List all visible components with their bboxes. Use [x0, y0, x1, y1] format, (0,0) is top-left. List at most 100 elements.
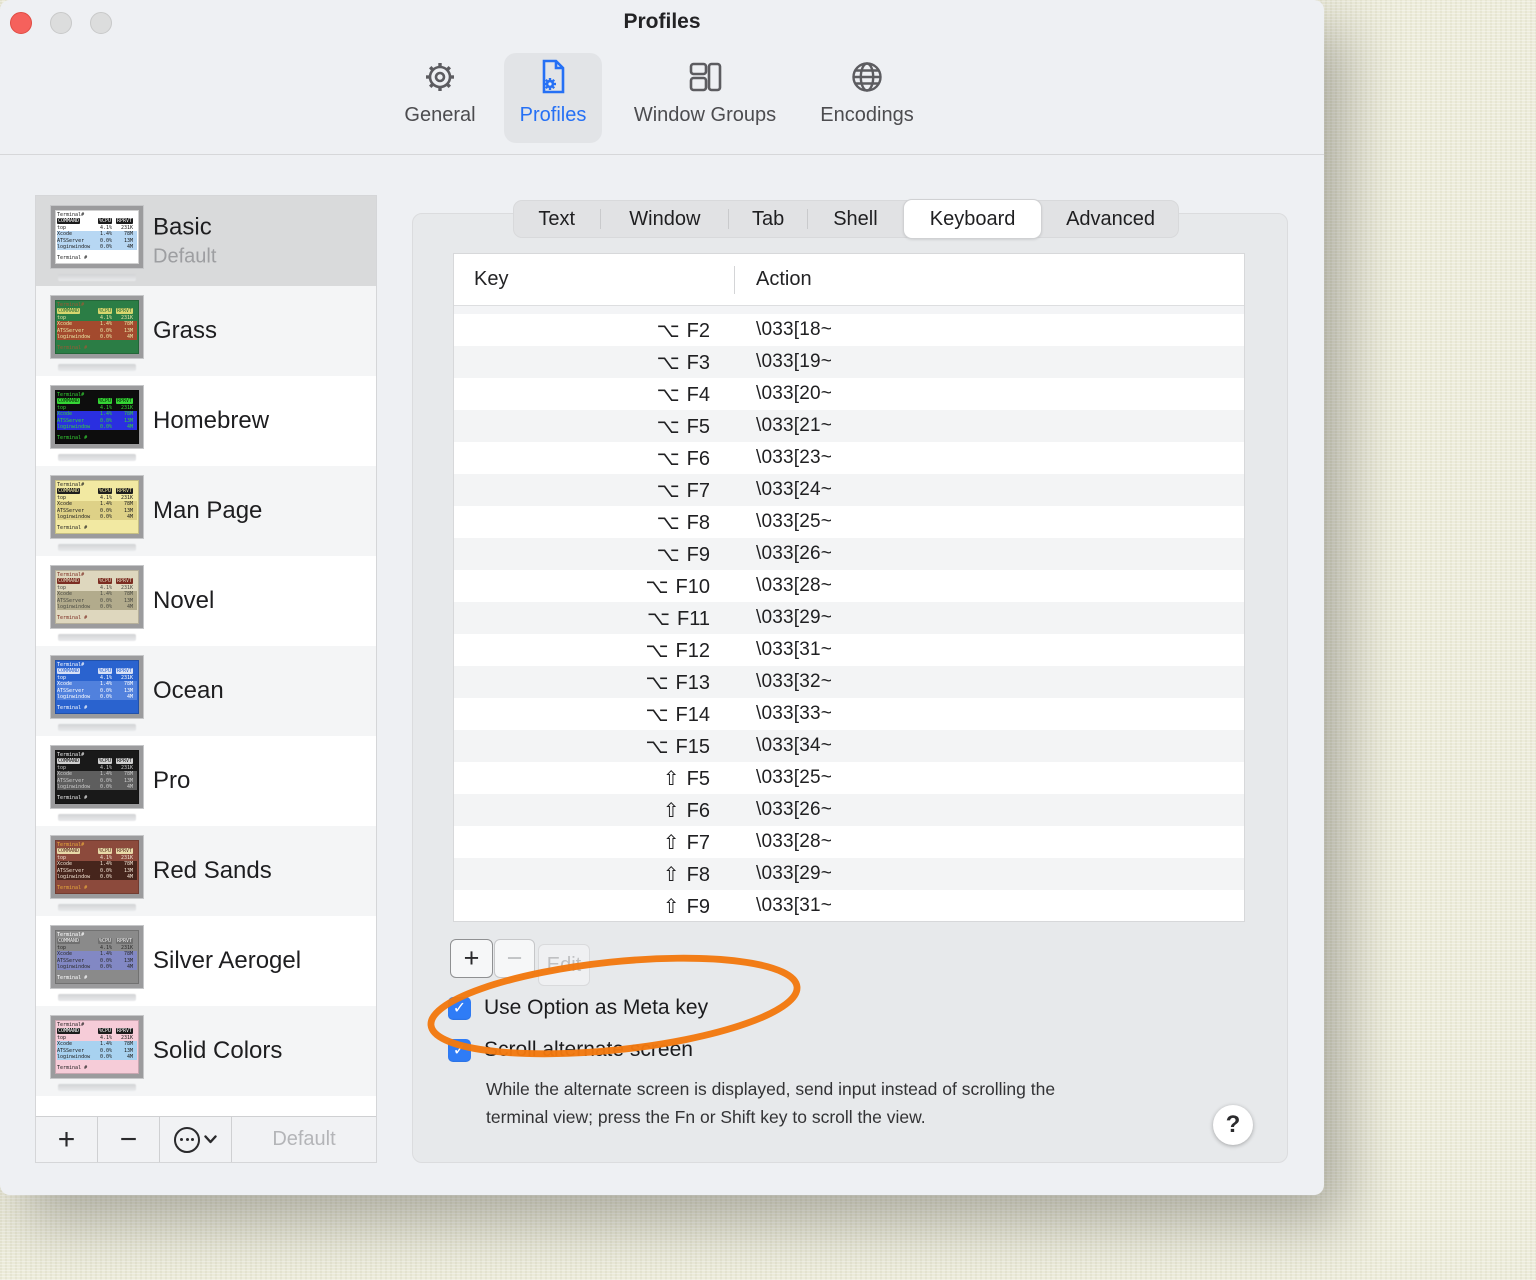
toolbar-item-encodings[interactable]: Encodings — [807, 54, 927, 127]
profile-row-red-sands[interactable]: Terminal# COMMAND %CPU RPRVT top 4.1% 231K X… — [36, 826, 376, 916]
profile-thumbnail: Terminal# COMMAND %CPU RPRVT top 4.1% 231K X… — [50, 745, 144, 809]
toolbar-item-window-groups[interactable]: Window Groups — [630, 54, 780, 127]
profile-actions-button[interactable] — [160, 1117, 232, 1162]
key-cell: ⌥ F11 — [646, 607, 710, 630]
tab-advanced[interactable]: Advanced — [1042, 200, 1179, 238]
profile-name: Novel — [153, 587, 215, 614]
settings-tabbar: Text Window Tab Shell Keyboard Advanced — [513, 200, 1179, 238]
tab-tab[interactable]: Tab — [729, 200, 806, 238]
key-row[interactable]: ⌥ F12 \033[31~ — [454, 634, 1244, 666]
profile-name: Solid Colors — [153, 1037, 283, 1064]
thumbnail-shadow — [58, 1084, 136, 1091]
key-row[interactable]: ⌥ F13 \033[32~ — [454, 666, 1244, 698]
titlebar: Profiles — [0, 0, 1324, 48]
key-cell: ⌥ F5 — [656, 415, 710, 438]
tab-keyboard[interactable]: Keyboard — [904, 200, 1042, 238]
action-cell: \033[25~ — [756, 767, 833, 788]
key-cell: ⌥ F13 — [645, 671, 710, 694]
checkbox-checked-icon[interactable]: ✓ — [448, 1038, 471, 1062]
profile-thumbnail: Terminal# COMMAND %CPU RPRVT top 4.1% 231K X… — [50, 385, 144, 449]
key-row[interactable]: ⇧ F7 \033[28~ — [454, 826, 1244, 858]
action-cell: \033[28~ — [756, 831, 833, 852]
key-row[interactable]: ⌥ F3 \033[19~ — [454, 346, 1244, 378]
modifier-glyph: ⌥ — [656, 351, 680, 374]
profile-row-silver-aerogel[interactable]: Terminal# COMMAND %CPU RPRVT top 4.1% 231K X… — [36, 916, 376, 1006]
profile-row-solid-colors[interactable]: Terminal# COMMAND %CPU RPRVT top 4.1% 231K X… — [36, 1006, 376, 1096]
profile-name: Basic — [153, 213, 212, 241]
key-row[interactable]: ⌥ F14 \033[33~ — [454, 698, 1244, 730]
toolbar-label: Profiles — [519, 104, 587, 126]
modifier-glyph: ⌥ — [645, 639, 669, 662]
key-row[interactable]: ⌥ F8 \033[25~ — [454, 506, 1244, 538]
toolbar-item-general[interactable]: General — [395, 54, 485, 127]
profile-row-basic[interactable]: Terminal# COMMAND %CPU RPRVT top 4.1% 231K X… — [36, 196, 376, 286]
tab-window[interactable]: Window — [601, 200, 728, 238]
action-cell: \033[29~ — [756, 863, 833, 884]
profile-list-toolbar: + − Default — [36, 1116, 376, 1162]
profile-row-homebrew[interactable]: Terminal# COMMAND %CPU RPRVT top 4.1% 231K X… — [36, 376, 376, 466]
profile-thumbnail: Terminal# COMMAND %CPU RPRVT top 4.1% 231K X… — [50, 205, 144, 269]
preferences-window: Profiles General Profiles Window Groups … — [0, 0, 1324, 1195]
profile-name: Pro — [153, 767, 191, 794]
modifier-glyph: ⌥ — [656, 415, 680, 438]
profile-row-grass[interactable]: Terminal# COMMAND %CPU RPRVT top 4.1% 231K X… — [36, 286, 376, 376]
key-row[interactable]: ⇧ F6 \033[26~ — [454, 794, 1244, 826]
profile-row-ocean[interactable]: Terminal# COMMAND %CPU RPRVT top 4.1% 231K X… — [36, 646, 376, 736]
modifier-glyph: ⌥ — [656, 383, 680, 406]
add-key-button[interactable]: + — [450, 939, 493, 978]
tab-shell[interactable]: Shell — [808, 200, 903, 238]
key-row[interactable]: ⇧ F8 \033[29~ — [454, 858, 1244, 890]
remove-key-button[interactable]: − — [494, 939, 535, 978]
tab-text[interactable]: Text — [513, 200, 600, 238]
key-row[interactable]: ⌥ F2 \033[18~ — [454, 314, 1244, 346]
remove-profile-button[interactable]: − — [98, 1117, 160, 1162]
action-cell: \033[34~ — [756, 735, 833, 756]
profile-name: Red Sands — [153, 857, 272, 884]
thumbnail-shadow — [58, 454, 136, 461]
thumbnail-shadow — [58, 274, 136, 281]
key-row[interactable]: ⌥ F4 \033[20~ — [454, 378, 1244, 410]
help-button[interactable]: ? — [1213, 1105, 1253, 1145]
profile-name: Grass — [153, 317, 218, 344]
key-cell: ⌥ F14 — [645, 703, 710, 726]
add-profile-button[interactable]: + — [36, 1117, 98, 1162]
profile-name: Homebrew — [153, 407, 270, 434]
profile-name: Man Page — [153, 497, 263, 524]
modifier-glyph: ⇧ — [662, 895, 680, 918]
key-row[interactable]: ⇧ F9 \033[31~ — [454, 890, 1244, 922]
ellipsis-circle-icon — [174, 1126, 200, 1153]
key-cell: ⌥ F9 — [656, 543, 710, 566]
key-row[interactable]: ⌥ F6 \033[23~ — [454, 442, 1244, 474]
profile-row-novel[interactable]: Terminal# COMMAND %CPU RPRVT top 4.1% 231K X… — [36, 556, 376, 646]
key-row[interactable]: ⌥ F5 \033[21~ — [454, 410, 1244, 442]
profile-document-icon — [530, 54, 576, 100]
globe-icon — [844, 54, 890, 100]
checkbox-checked-icon[interactable]: ✓ — [448, 996, 471, 1020]
thumbnail-shadow — [58, 994, 136, 1001]
default-profile-button[interactable]: Default — [232, 1117, 376, 1162]
key-row[interactable]: ⌥ F10 \033[28~ — [454, 570, 1244, 602]
key-cell: ⇧ F9 — [662, 895, 710, 918]
action-cell: \033[18~ — [756, 319, 833, 340]
profile-name: Silver Aerogel — [153, 947, 302, 974]
thumbnail-shadow — [58, 814, 136, 821]
scroll-alternate-label: Scroll alternate screen — [484, 1038, 693, 1061]
edit-key-button[interactable]: Edit — [538, 944, 590, 986]
profile-thumbnail: Terminal# COMMAND %CPU RPRVT top 4.1% 231K X… — [50, 1015, 144, 1079]
partial-row — [454, 306, 1244, 314]
modifier-glyph: ⌥ — [645, 735, 669, 758]
key-row[interactable]: ⌥ F15 \033[34~ — [454, 730, 1244, 762]
key-row[interactable]: ⌥ F7 \033[24~ — [454, 474, 1244, 506]
action-cell: \033[26~ — [756, 799, 833, 820]
modifier-glyph: ⌥ — [656, 543, 680, 566]
key-cell: ⌥ F7 — [656, 479, 710, 502]
action-cell: \033[26~ — [756, 543, 833, 564]
profile-row-pro[interactable]: Terminal# COMMAND %CPU RPRVT top 4.1% 231K X… — [36, 736, 376, 826]
key-rows: ⌥ F2 \033[18~ ⌥ F3 \033[19~ ⌥ F4 \033[20~ ⌥… — [454, 314, 1244, 922]
toolbar-item-profiles[interactable]: Profiles — [508, 54, 598, 127]
key-row[interactable]: ⌥ F9 \033[26~ — [454, 538, 1244, 570]
profile-row-man-page[interactable]: Terminal# COMMAND %CPU RPRVT top 4.1% 231K X… — [36, 466, 376, 556]
action-cell: \033[28~ — [756, 575, 833, 596]
key-row[interactable]: ⇧ F5 \033[25~ — [454, 762, 1244, 794]
key-row[interactable]: ⌥ F11 \033[29~ — [454, 602, 1244, 634]
